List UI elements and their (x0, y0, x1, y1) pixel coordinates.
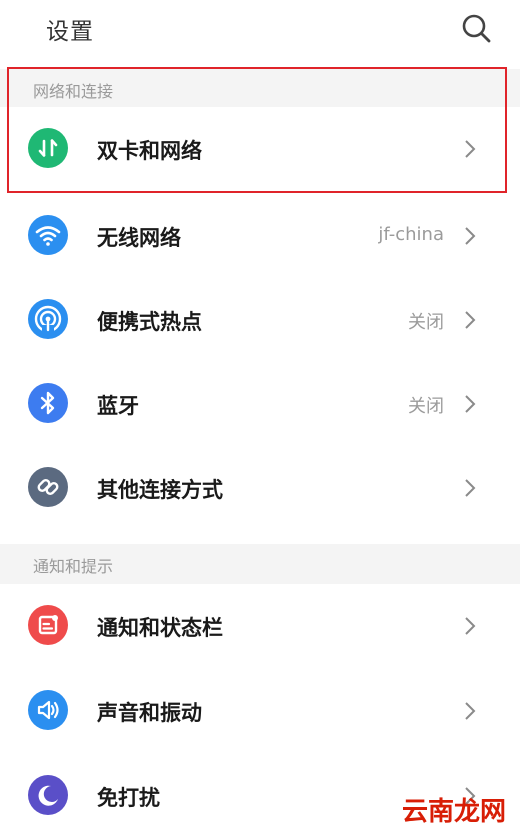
settings-item-wifi[interactable]: 无线网络 jf-china (0, 194, 520, 278)
settings-item-label: 无线网络 (97, 226, 181, 250)
top-bar: 设置 (0, 0, 520, 58)
chevron-right-icon (465, 617, 476, 635)
section-header-notifications: 通知和提示 (0, 544, 520, 584)
search-icon (462, 14, 491, 43)
chevron-right-icon (465, 395, 476, 413)
settings-item-label: 蓝牙 (97, 394, 139, 418)
search-button[interactable] (459, 11, 493, 45)
settings-item-label: 双卡和网络 (97, 139, 202, 163)
dual-sim-icon (28, 128, 68, 168)
settings-item-hotspot[interactable]: 便携式热点 关闭 (0, 278, 520, 362)
settings-item-label: 便携式热点 (97, 310, 202, 334)
page-title: 设置 (46, 19, 94, 45)
section-title: 网络和连接 (33, 82, 114, 101)
settings-item-other-connections[interactable]: 其他连接方式 (0, 446, 520, 530)
settings-item-label: 免打扰 (97, 786, 160, 810)
section-header-network: 网络和连接 (0, 69, 520, 107)
bluetooth-icon (28, 383, 68, 423)
settings-item-label: 通知和状态栏 (97, 616, 223, 640)
settings-item-value: jf-china (378, 224, 444, 245)
settings-item-dual-sim[interactable]: 双卡和网络 (0, 107, 520, 191)
chevron-right-icon (465, 702, 476, 720)
settings-item-label: 声音和振动 (97, 701, 202, 725)
moon-icon (28, 775, 68, 815)
chevron-right-icon (465, 311, 476, 329)
settings-item-sound[interactable]: 声音和振动 (0, 669, 520, 753)
chevron-right-icon (465, 479, 476, 497)
settings-item-label: 其他连接方式 (97, 478, 223, 502)
wifi-icon (28, 215, 68, 255)
chevron-right-icon (465, 227, 476, 245)
sound-icon (28, 690, 68, 730)
watermark: 云南龙网 (401, 797, 506, 827)
link-icon (28, 467, 68, 507)
settings-item-notifications[interactable]: 通知和状态栏 (0, 584, 520, 668)
settings-item-value: 关闭 (408, 396, 444, 417)
notification-icon (28, 605, 68, 645)
settings-item-value: 关闭 (408, 312, 444, 333)
settings-item-bluetooth[interactable]: 蓝牙 关闭 (0, 362, 520, 446)
hotspot-icon (28, 299, 68, 339)
section-title: 通知和提示 (33, 557, 114, 576)
chevron-right-icon (465, 140, 476, 158)
